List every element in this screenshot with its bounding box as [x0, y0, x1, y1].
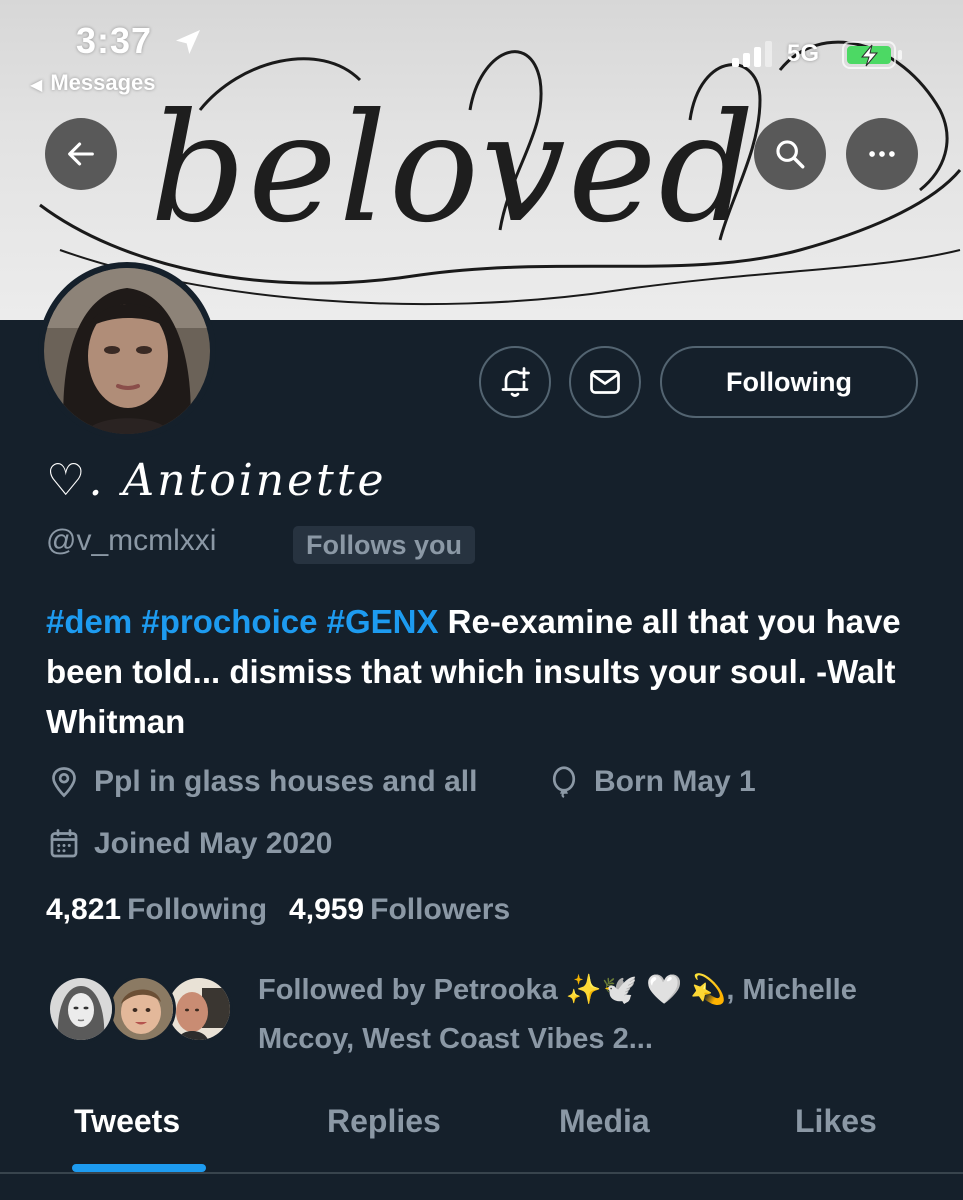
profile-page: beloved 3:37 ◀ Messages 5G Following ♡. … [0, 0, 963, 1200]
back-to-messages-label: Messages [50, 70, 156, 95]
profile-birthday: Born May 1 [546, 764, 756, 800]
mutual-avatar[interactable] [47, 975, 115, 1043]
battery-charging-icon [842, 41, 902, 69]
tab-likes[interactable]: Likes [795, 1103, 877, 1140]
banner-word: beloved [150, 82, 757, 256]
tab-replies[interactable]: Replies [327, 1103, 441, 1140]
hashtag-link[interactable]: #GENX [327, 603, 439, 640]
location-arrow-icon [176, 30, 200, 54]
calendar-icon [46, 826, 82, 862]
tab-divider [0, 1172, 963, 1174]
followers-stat[interactable]: 4,959 Followers [289, 893, 510, 926]
back-button[interactable] [45, 118, 117, 190]
back-triangle-icon: ◀ [30, 77, 43, 94]
profile-joined: Joined May 2020 [46, 826, 332, 862]
followers-count: 4,959 [289, 893, 365, 926]
more-options-button[interactable] [846, 118, 918, 190]
following-label: Following [127, 893, 268, 926]
notifications-button[interactable] [479, 346, 551, 418]
following-button[interactable]: Following [660, 346, 918, 418]
mutual-avatar[interactable] [108, 975, 176, 1043]
more-horizontal-icon [869, 151, 895, 157]
active-tab-indicator [72, 1164, 206, 1172]
profile-location: Ppl in glass houses and all [46, 764, 477, 800]
location-text: Ppl in glass houses and all [94, 765, 478, 798]
search-button[interactable] [754, 118, 826, 190]
display-name: ♡. Antoinette [46, 455, 387, 506]
follow-stats: 4,821 Following 4,959 Followers [46, 893, 510, 927]
tab-tweets[interactable]: Tweets [74, 1103, 180, 1140]
profile-bio: #dem #prochoice #GENX Re-examine all tha… [46, 597, 936, 747]
avatar-photo [44, 268, 210, 434]
location-pin-icon [46, 764, 82, 800]
tab-media[interactable]: Media [559, 1103, 650, 1140]
birthday-text: Born May 1 [594, 765, 756, 798]
bell-plus-icon [501, 367, 530, 397]
followed-by-text[interactable]: Followed by Petrooka ✨🕊️ 🤍 💫, Michelle M… [258, 966, 908, 1064]
back-to-messages-link[interactable]: ◀ Messages [30, 70, 156, 96]
user-handle: @v_mcmlxxi [46, 524, 217, 557]
profile-avatar[interactable] [38, 262, 216, 440]
search-icon [776, 140, 805, 169]
cellular-signal-icon [732, 41, 772, 67]
follows-you-badge: Follows you [293, 526, 476, 564]
hashtag-link[interactable]: #prochoice [141, 603, 317, 640]
followers-label: Followers [370, 893, 511, 926]
balloon-icon [546, 764, 582, 800]
joined-text: Joined May 2020 [94, 827, 333, 860]
message-button[interactable] [569, 346, 641, 418]
following-stat[interactable]: 4,821 Following [46, 893, 267, 926]
status-time: 3:37 [76, 20, 153, 61]
hashtag-link[interactable]: #dem [46, 603, 132, 640]
arrow-left-icon [68, 142, 94, 166]
envelope-icon [590, 370, 620, 394]
network-type: 5G [787, 40, 820, 67]
following-count: 4,821 [46, 893, 122, 926]
